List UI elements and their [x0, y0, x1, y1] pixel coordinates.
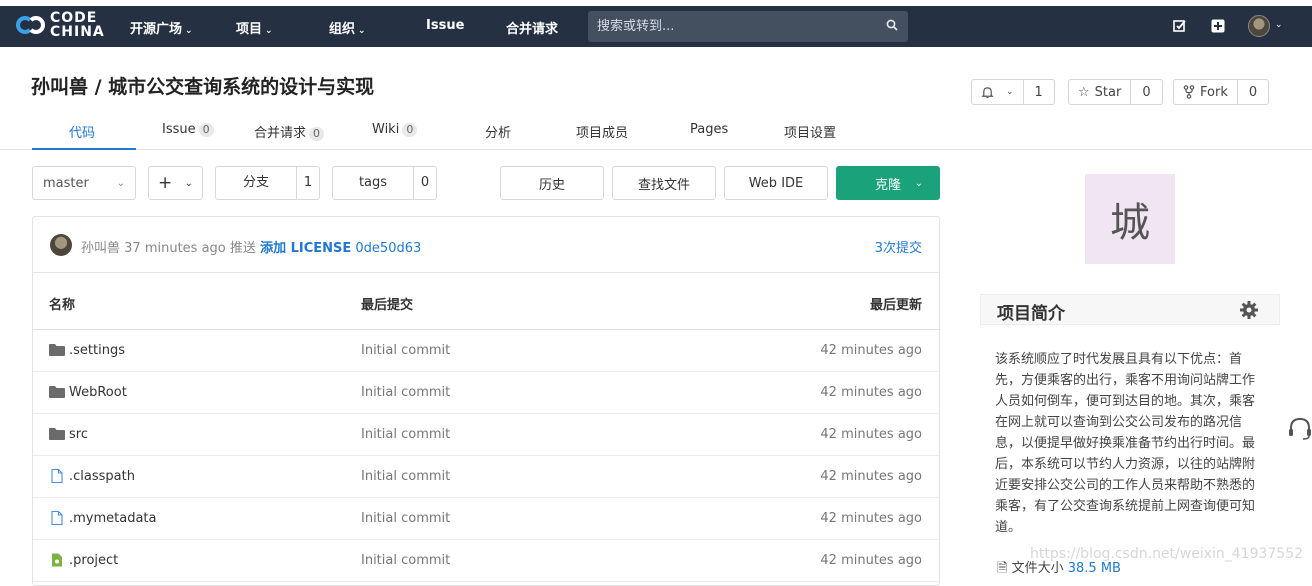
fork-button[interactable]: Fork 0	[1173, 79, 1270, 105]
headset-icon[interactable]	[1287, 416, 1312, 442]
mr-count-badge: 0	[309, 127, 325, 141]
watermark: https://blog.csdn.net/weixin_41937552	[1030, 546, 1304, 562]
file-browser: 孙叫兽 37 minutes ago 推送 添加 LICENSE 0de50d6…	[32, 216, 940, 586]
commit-author[interactable]: 孙叫兽	[81, 241, 120, 256]
table-row[interactable]: .mymetadata Initial commit 42 minutes ag…	[33, 498, 939, 540]
commit-action: 推送	[229, 241, 256, 256]
logo-text-line2: CHINA	[50, 24, 105, 40]
file-icon	[51, 511, 63, 525]
tab-issue[interactable]: Issue 0	[162, 122, 214, 137]
chevron-down-icon: ⌄	[1006, 87, 1014, 97]
issue-count-badge: 0	[198, 123, 214, 137]
commit-sha[interactable]: 0de50d63	[355, 241, 421, 256]
file-icon	[51, 469, 63, 483]
about-header: 项目简介	[980, 294, 1280, 325]
nav-merge-requests[interactable]: 合并请求	[506, 18, 558, 37]
fork-count: 0	[1248, 84, 1258, 100]
folder-icon	[49, 344, 65, 356]
last-commit-bar: 孙叫兽 37 minutes ago 推送 添加 LICENSE 0de50d6…	[33, 217, 939, 273]
star-icon: ☆	[1078, 84, 1090, 100]
top-navbar: CODE CHINA 开源广场⌄ 项目⌄ 组织⌄ Issue 合并请求 ⌄	[0, 0, 1312, 47]
project-avatar: 城	[1085, 174, 1175, 264]
header-last-update: 最后更新	[869, 298, 922, 313]
branch-select[interactable]: master ⌄	[32, 166, 136, 200]
chevron-down-icon: ⌄	[185, 26, 193, 36]
tab-settings[interactable]: 项目设置	[784, 122, 836, 141]
tab-merge-requests[interactable]: 合并请求 0	[254, 122, 325, 141]
table-row[interactable]: .settings Initial commit 42 minutes ago	[33, 330, 939, 372]
table-row[interactable]: .classpath Initial commit 42 minutes ago	[33, 456, 939, 498]
todo-icon[interactable]	[1173, 19, 1187, 33]
project-file-icon	[52, 553, 62, 567]
about-title: 项目简介	[997, 304, 1065, 324]
chevron-down-icon[interactable]: ⌄	[1275, 20, 1283, 30]
branches-button[interactable]: 分支 1	[215, 166, 320, 200]
watch-count: 1	[1034, 84, 1043, 100]
commit-message[interactable]: 添加 LICENSE	[260, 241, 351, 256]
tags-count: 0	[420, 175, 430, 190]
table-row[interactable]: src Initial commit 42 minutes ago	[33, 414, 939, 456]
chevron-down-icon: ⌄	[265, 26, 273, 36]
new-item-icon[interactable]	[1211, 19, 1225, 33]
table-header: 名称 最后提交 最后更新	[33, 273, 939, 330]
table-row[interactable]: .project Initial commit 42 minutes ago	[33, 540, 939, 582]
bell-icon	[981, 86, 994, 98]
project-title[interactable]: 孙叫兽 / 城市公交查询系统的设计与实现	[31, 72, 374, 99]
project-description: 该系统顺应了时代发展且具有以下优点：首先，方便乘客的出行，乘客不用询问站牌工作人…	[995, 352, 1256, 535]
logo-icon	[16, 11, 46, 39]
tab-pages[interactable]: Pages	[690, 122, 728, 137]
web-ide-button[interactable]: Web IDE	[724, 166, 828, 200]
nav-groups[interactable]: 组织 ⌄	[329, 18, 366, 37]
tags-button[interactable]: tags 0	[332, 166, 437, 200]
wiki-count-badge: 0	[402, 123, 418, 137]
tab-analytics[interactable]: 分析	[485, 122, 511, 141]
star-button[interactable]: ☆ Star 0	[1068, 79, 1163, 105]
active-tab-indicator	[32, 148, 136, 150]
header-last-commit: 最后提交	[361, 298, 414, 313]
folder-icon	[49, 428, 65, 440]
header-name: 名称	[49, 298, 76, 313]
plus-icon: +	[158, 173, 173, 193]
user-avatar[interactable]	[1248, 15, 1270, 37]
project-tabs: 代码 Issue 0 合并请求 0 Wiki 0 分析 项目成员 Pages 项目设置	[0, 114, 1312, 150]
nav-projects[interactable]: 项目 ⌄	[236, 18, 273, 37]
logo-text-line1: CODE	[50, 10, 98, 26]
add-button[interactable]: + ⌄	[148, 166, 203, 200]
table-row[interactable]: WebRoot Initial commit 42 minutes ago	[33, 372, 939, 414]
star-count: 0	[1142, 84, 1151, 100]
chevron-down-icon: ⌄	[914, 177, 923, 189]
find-file-button[interactable]: 查找文件	[612, 166, 716, 200]
tab-code[interactable]: 代码	[69, 122, 95, 141]
nav-issues[interactable]: Issue	[426, 18, 464, 33]
clone-button[interactable]: 克隆 ⌄	[836, 166, 940, 200]
nav-explore[interactable]: 开源广场 ⌄	[130, 18, 193, 37]
commit-count-link[interactable]: 3次提交	[875, 237, 922, 256]
chevron-down-icon: ⌄	[358, 26, 366, 36]
chevron-down-icon: ⌄	[116, 177, 125, 189]
folder-icon	[49, 386, 65, 398]
search-icon[interactable]	[886, 19, 898, 31]
watch-button[interactable]: ⌄ 1	[971, 79, 1055, 105]
branches-count: 1	[303, 175, 313, 190]
fork-icon	[1183, 85, 1195, 99]
avatar[interactable]	[50, 234, 72, 256]
commit-time: 37 minutes ago	[124, 241, 226, 256]
codechina-logo[interactable]: CODE CHINA	[16, 11, 105, 39]
chevron-down-icon: ⌄	[184, 177, 193, 189]
tab-wiki[interactable]: Wiki 0	[372, 122, 418, 137]
search-box	[588, 11, 908, 42]
search-input[interactable]	[588, 11, 878, 42]
tab-members[interactable]: 项目成员	[576, 122, 628, 141]
gear-icon[interactable]	[1239, 300, 1259, 320]
history-button[interactable]: 历史	[500, 166, 604, 200]
